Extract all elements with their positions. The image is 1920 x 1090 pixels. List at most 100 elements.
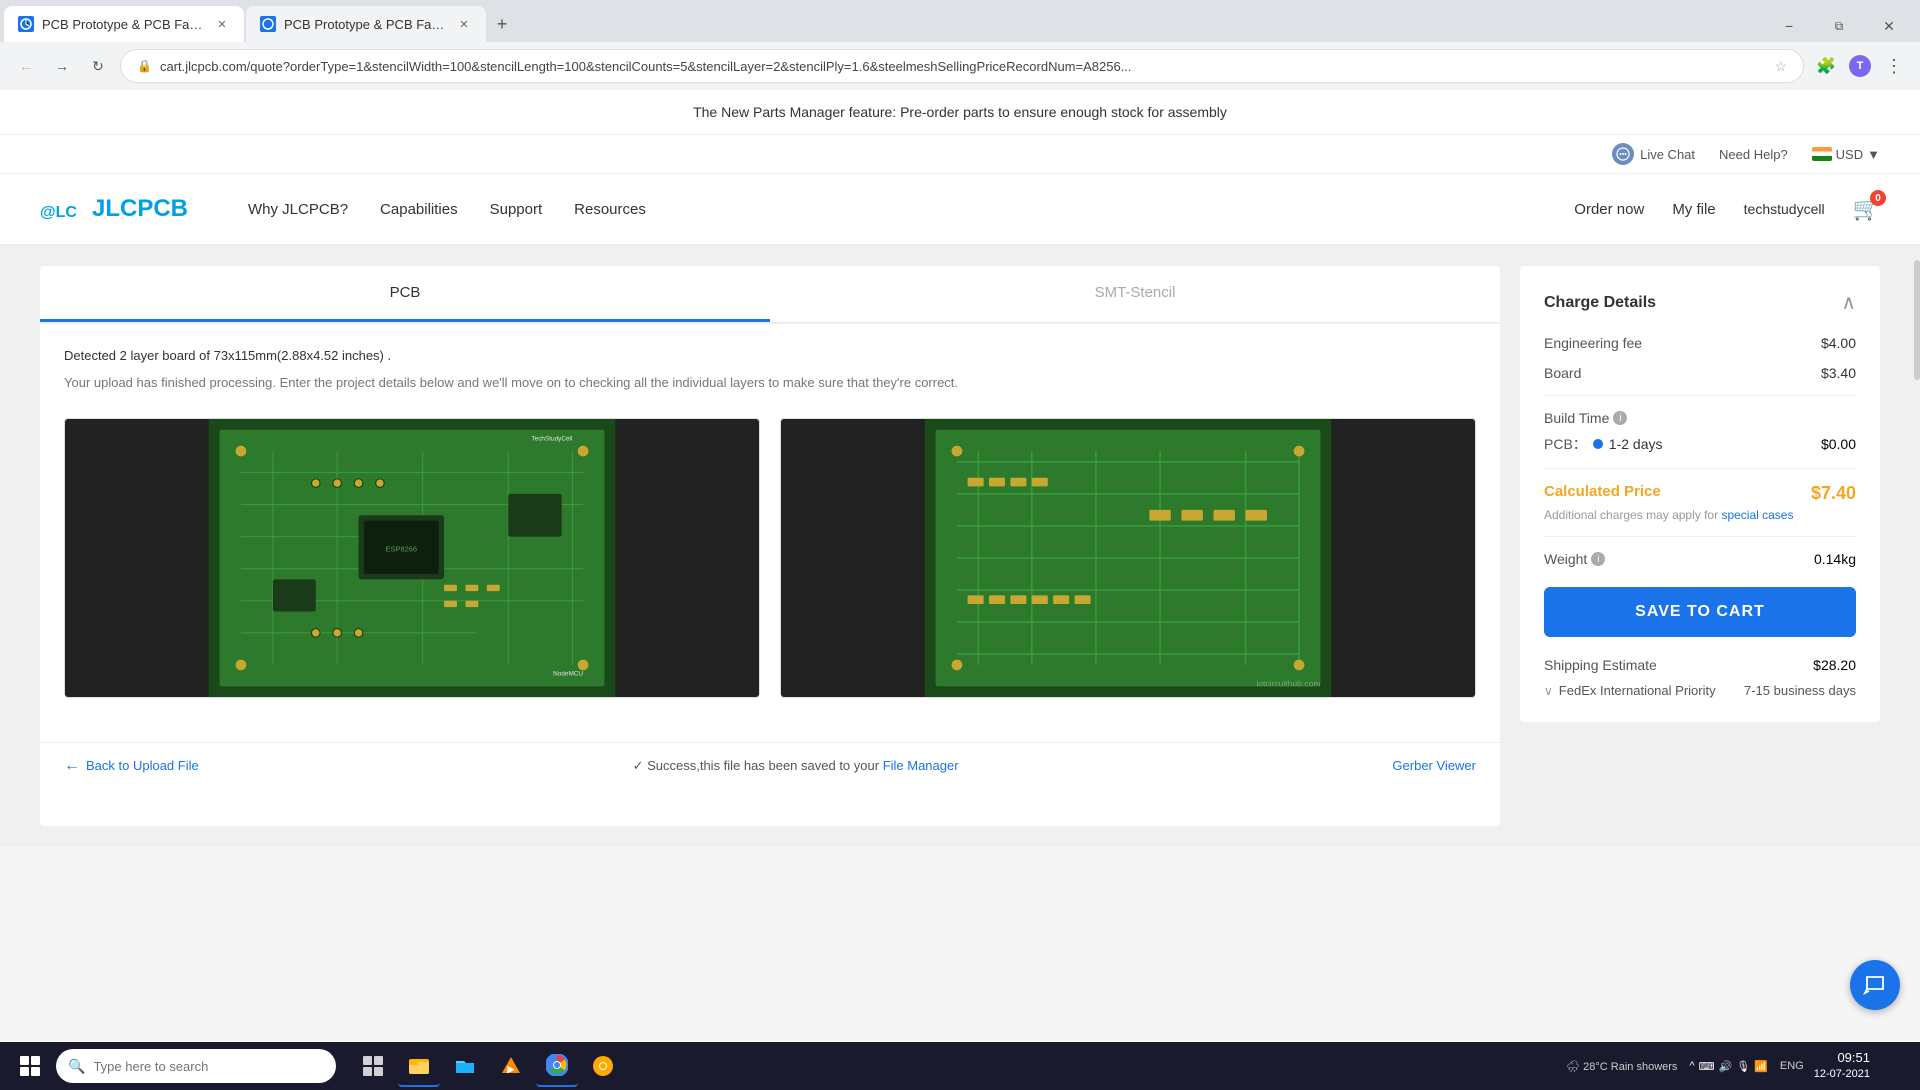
forward-button[interactable]: → xyxy=(48,52,76,80)
chrome-canary-icon xyxy=(592,1055,614,1077)
file-explorer-icon xyxy=(408,1054,430,1076)
scroll-bar[interactable] xyxy=(1914,260,1920,380)
top-nav-bar: Live Chat Need Help? USD ▼ xyxy=(0,135,1920,174)
nav-resources[interactable]: Resources xyxy=(574,201,646,218)
chrome-canary-button[interactable] xyxy=(582,1045,624,1087)
divider-2 xyxy=(1544,468,1856,469)
special-note: Additional charges may apply for special… xyxy=(1544,508,1856,522)
taskbar-search-bar[interactable]: 🔍 xyxy=(56,1049,336,1083)
folder-button[interactable] xyxy=(444,1045,486,1087)
charge-panel-header: Charge Details ∧ xyxy=(1544,290,1856,315)
tab-close-1[interactable]: ✕ xyxy=(214,16,230,32)
mic-icon[interactable]: 🎙 xyxy=(1736,1060,1750,1073)
build-time-section: Build Time i PCB： 1-2 days $0.00 xyxy=(1544,410,1856,454)
calc-price-value: $7.40 xyxy=(1811,483,1856,504)
tab-close-2[interactable]: ✕ xyxy=(456,16,472,32)
live-chat-label: Live Chat xyxy=(1640,147,1695,162)
lock-icon: 🔒 xyxy=(137,59,152,73)
minimize-button[interactable]: − xyxy=(1766,10,1812,42)
special-cases-link[interactable]: special cases xyxy=(1721,508,1793,522)
cart-button[interactable]: 🛒 0 xyxy=(1853,196,1880,222)
wifi-icon[interactable]: 📶 xyxy=(1754,1060,1768,1073)
engineering-fee-value: $4.00 xyxy=(1821,335,1856,351)
live-chat-button[interactable]: Live Chat xyxy=(1612,143,1695,165)
taskbar-time-display: 09:51 xyxy=(1814,1049,1870,1067)
engineering-fee-row: Engineering fee $4.00 xyxy=(1544,335,1856,351)
my-file-button[interactable]: My file xyxy=(1672,201,1715,218)
currency-selector[interactable]: USD ▼ xyxy=(1812,147,1880,162)
svg-text:▶: ▶ xyxy=(507,1064,516,1074)
save-to-cart-button[interactable]: SAVE TO CART xyxy=(1544,587,1856,637)
fedex-expand[interactable]: ∨ FedEx International Priority xyxy=(1544,683,1716,698)
profile-icon[interactable]: T xyxy=(1846,52,1874,80)
weight-info-icon[interactable]: i xyxy=(1591,552,1605,566)
url-text: cart.jlcpcb.com/quote?orderType=1&stenci… xyxy=(160,59,1766,74)
tab-favicon-1 xyxy=(18,16,34,32)
systray-expand-icon[interactable]: ⌨ xyxy=(1699,1060,1715,1073)
tab-smt-stencil[interactable]: SMT-Stencil xyxy=(770,266,1500,322)
collapse-button[interactable]: ∧ xyxy=(1841,290,1856,315)
speaker-icon[interactable]: 🔊 xyxy=(1719,1060,1733,1073)
quote-tabs: PCB SMT-Stencil xyxy=(40,266,1500,324)
vlc-icon: ▶ xyxy=(500,1055,522,1077)
new-tab-button[interactable]: + xyxy=(488,10,516,38)
taskbar-apps: ▶ xyxy=(352,1045,1558,1087)
restore-button[interactable]: ⧉ xyxy=(1816,10,1862,42)
bookmark-icon[interactable]: ☆ xyxy=(1774,58,1787,75)
upload-message: Your upload has finished processing. Ent… xyxy=(64,373,1476,394)
build-time-row: PCB： 1-2 days $0.00 xyxy=(1544,434,1856,454)
chevron-down-icon: ∨ xyxy=(1544,684,1553,698)
username-display[interactable]: techstudycell xyxy=(1744,201,1825,217)
more-options-icon[interactable]: ⋮ xyxy=(1880,52,1908,80)
task-view-button[interactable] xyxy=(352,1045,394,1087)
file-manager-link[interactable]: File Manager xyxy=(883,758,959,773)
svg-text:TechStudyCell: TechStudyCell xyxy=(531,435,572,442)
refresh-button[interactable]: ↻ xyxy=(84,52,112,80)
chrome-icon xyxy=(546,1054,568,1076)
build-time-label: Build Time i xyxy=(1544,410,1856,426)
back-button[interactable]: ← xyxy=(12,52,40,80)
cart-badge: 0 xyxy=(1870,190,1886,206)
weather-icon: 🌧 xyxy=(1566,1061,1580,1073)
nav-why-jlcpcb[interactable]: Why JLCPCB? xyxy=(248,201,348,218)
page-content: PCB SMT-Stencil Detected 2 layer board o… xyxy=(0,246,1920,846)
network-icon[interactable]: ^ xyxy=(1689,1060,1694,1073)
file-explorer-button[interactable] xyxy=(398,1045,440,1087)
back-to-upload-link[interactable]: ← Back to Upload File xyxy=(64,757,199,775)
build-time-price: $0.00 xyxy=(1821,436,1856,452)
close-button[interactable]: ✕ xyxy=(1866,10,1912,42)
divider-1 xyxy=(1544,395,1856,396)
extensions-icon[interactable]: 🧩 xyxy=(1812,52,1840,80)
need-help-button[interactable]: Need Help? xyxy=(1719,147,1788,162)
taskbar-clock[interactable]: 09:51 12-07-2021 xyxy=(1814,1049,1870,1083)
browser-tab-2[interactable]: PCB Prototype & PCB Fabricatio... ✕ xyxy=(246,6,486,42)
show-desktop-button[interactable] xyxy=(1880,1046,1908,1086)
tab-title-2: PCB Prototype & PCB Fabricatio... xyxy=(284,17,448,32)
currency-dropdown-icon: ▼ xyxy=(1867,147,1880,162)
taskbar-search-input[interactable] xyxy=(93,1059,324,1074)
start-button[interactable] xyxy=(12,1048,48,1084)
nav-capabilities[interactable]: Capabilities xyxy=(380,201,458,218)
charge-title: Charge Details xyxy=(1544,294,1656,312)
browser-tab-1[interactable]: PCB Prototype & PCB Fabricatio... ✕ xyxy=(4,6,244,42)
live-chat-icon xyxy=(1612,143,1634,165)
nav-support[interactable]: Support xyxy=(490,201,543,218)
build-time-info-icon[interactable]: i xyxy=(1613,411,1627,425)
header-right: Order now My file techstudycell 🛒 0 xyxy=(1574,196,1880,222)
address-bar[interactable]: 🔒 cart.jlcpcb.com/quote?orderType=1&sten… xyxy=(120,49,1804,83)
logo-text: JLCPCB xyxy=(92,195,188,223)
folder-icon xyxy=(454,1055,476,1077)
chat-float-button[interactable] xyxy=(1850,960,1900,1010)
taskbar-search-icon: 🔍 xyxy=(68,1058,85,1075)
currency-label: USD xyxy=(1836,147,1863,162)
chrome-button[interactable] xyxy=(536,1045,578,1087)
vlc-button[interactable]: ▶ xyxy=(490,1045,532,1087)
systray-icons: ^ ⌨ 🔊 🎙 📶 xyxy=(1689,1060,1767,1073)
browser-chrome: PCB Prototype & PCB Fabricatio... ✕ PCB … xyxy=(0,0,1920,90)
order-now-button[interactable]: Order now xyxy=(1574,201,1644,218)
gerber-viewer-link[interactable]: Gerber Viewer xyxy=(1392,758,1476,773)
logo[interactable]: @LC JLCPCB xyxy=(40,189,188,229)
india-flag-icon xyxy=(1812,147,1832,161)
calc-price-row: Calculated Price $7.40 xyxy=(1544,483,1856,504)
tab-pcb[interactable]: PCB xyxy=(40,266,770,322)
